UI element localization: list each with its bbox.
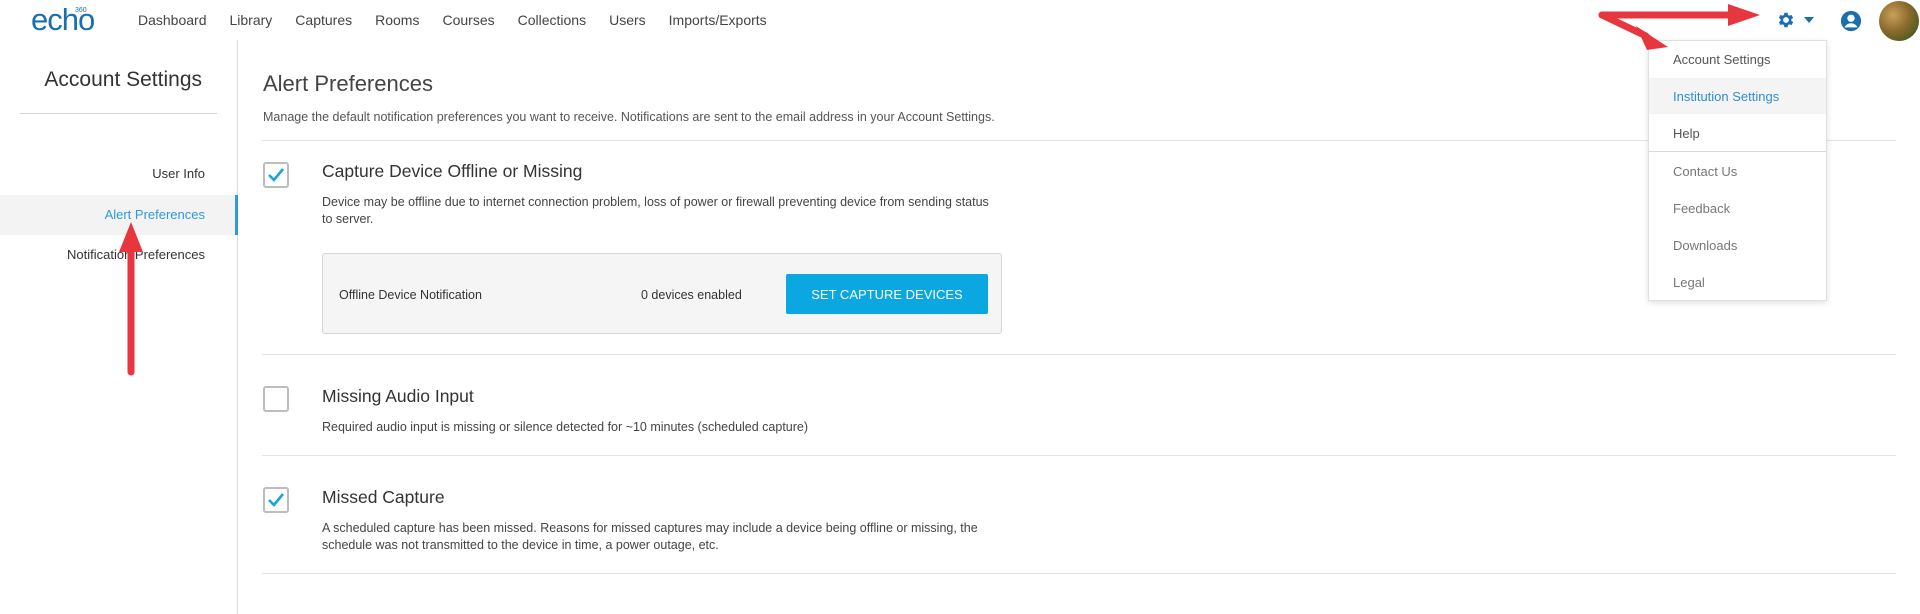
menu-item-label: Downloads — [1673, 238, 1738, 253]
nav-link-rooms[interactable]: Rooms — [375, 12, 419, 28]
top-navigation: echo 360 Dashboard Library Captures Room… — [0, 0, 1920, 41]
chevron-down-icon[interactable] — [1804, 17, 1814, 23]
menu-item-feedback[interactable]: Feedback — [1649, 190, 1826, 226]
menu-item-label: Account Settings — [1673, 52, 1771, 67]
menu-item-legal[interactable]: Legal — [1649, 264, 1826, 300]
sidebar-item-label: User Info — [152, 166, 205, 181]
nav-links: Dashboard Library Captures Rooms Courses… — [138, 12, 790, 28]
page-title: Alert Preferences — [263, 71, 433, 96]
nav-link-library[interactable]: Library — [230, 12, 273, 28]
alert-title: Missing Audio Input — [322, 386, 474, 406]
device-notification-label: Offline Device Notification — [339, 288, 482, 302]
menu-item-label: Feedback — [1673, 201, 1731, 216]
sidebar-divider — [20, 113, 217, 114]
sidebar: Account Settings User Info Alert Prefere… — [0, 40, 238, 614]
menu-item-institution-settings[interactable]: Institution Settings — [1649, 78, 1826, 114]
menu-item-contact-us[interactable]: Contact Us — [1649, 153, 1826, 189]
divider — [262, 573, 1896, 574]
alert-title: Missed Capture — [322, 487, 445, 507]
nav-link-imports-exports[interactable]: Imports/Exports — [669, 12, 767, 28]
sidebar-title: Account Settings — [44, 68, 202, 91]
sidebar-item-label: Notification Preferences — [66, 247, 205, 262]
menu-item-label: Help — [1673, 126, 1700, 141]
divider — [262, 354, 1896, 355]
page-description: Manage the default notification preferen… — [263, 110, 995, 124]
divider — [262, 455, 1896, 456]
set-capture-devices-button[interactable]: SET CAPTURE DEVICES — [786, 274, 988, 314]
alert-description: Device may be offline due to internet co… — [322, 195, 989, 226]
menu-divider — [1649, 151, 1826, 152]
alert-checkbox-missing-audio[interactable] — [263, 386, 289, 412]
devices-enabled-count: 0 devices enabled — [641, 288, 742, 302]
nav-link-users[interactable]: Users — [609, 12, 646, 28]
alert-checkbox-device-offline[interactable] — [263, 162, 289, 188]
checkmark-icon — [268, 168, 285, 182]
alert-checkbox-missed-capture[interactable] — [263, 487, 289, 513]
gear-icon[interactable] — [1776, 10, 1796, 30]
nav-link-courses[interactable]: Courses — [442, 12, 494, 28]
avatar[interactable] — [1879, 1, 1919, 41]
sidebar-item-label: Alert Preferences — [104, 207, 205, 222]
alert-description: A scheduled capture has been missed. Rea… — [322, 521, 978, 552]
alert-title: Capture Device Offline or Missing — [322, 161, 583, 181]
menu-item-downloads[interactable]: Downloads — [1649, 227, 1826, 263]
sidebar-item-user-info[interactable]: User Info — [0, 154, 237, 194]
user-circle-icon[interactable] — [1840, 10, 1862, 32]
menu-item-label: Legal — [1673, 275, 1705, 290]
menu-item-label: Institution Settings — [1673, 89, 1780, 104]
nav-link-collections[interactable]: Collections — [518, 12, 586, 28]
sidebar-item-alert-preferences[interactable]: Alert Preferences — [0, 195, 238, 235]
settings-dropdown-menu: Account Settings Institution Settings He… — [1648, 40, 1827, 301]
menu-item-label: Contact Us — [1673, 164, 1738, 179]
alert-description: Required audio input is missing or silen… — [322, 420, 809, 434]
menu-item-help[interactable]: Help — [1649, 115, 1826, 151]
offline-device-notification-box: Offline Device Notification 0 devices en… — [322, 253, 1002, 334]
checkmark-icon — [268, 493, 285, 507]
nav-link-dashboard[interactable]: Dashboard — [138, 12, 207, 28]
logo-superscript: 360 — [75, 7, 87, 14]
menu-item-account-settings[interactable]: Account Settings — [1649, 41, 1826, 77]
sidebar-item-notification-preferences[interactable]: Notification Preferences — [0, 235, 237, 275]
nav-link-captures[interactable]: Captures — [295, 12, 352, 28]
